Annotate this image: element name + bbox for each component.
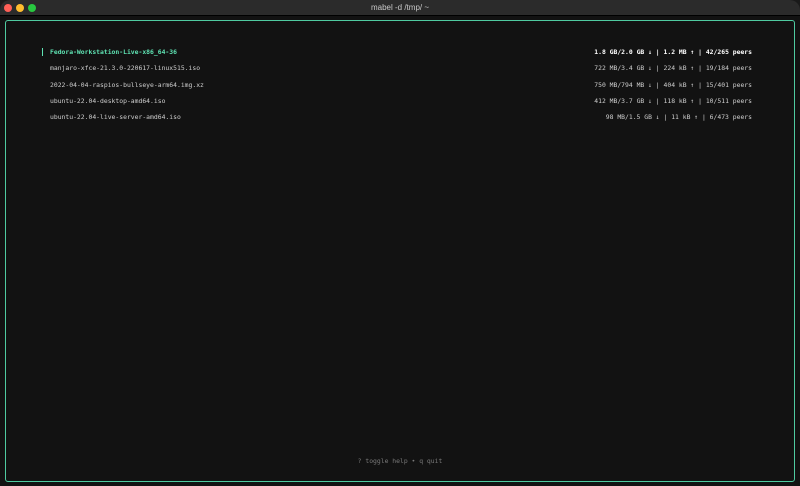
torrent-name: ubuntu-22.04-desktop-amd64.iso <box>50 96 166 105</box>
torrent-list: Fedora-Workstation-Live-x86_64-36 1.8 GB… <box>42 44 752 125</box>
torrent-stats: 1.8 GB/2.0 GB ↓ | 1.2 MB ↑ | 42/265 peer… <box>594 48 752 56</box>
torrent-stats: 412 MB/3.7 GB ↓ | 118 kB ↑ | 10/511 peer… <box>594 96 752 105</box>
torrent-row[interactable]: Fedora-Workstation-Live-x86_64-36 1.8 GB… <box>42 44 752 60</box>
torrent-name: 2022-04-04-raspios-bullseye-arm64.img.xz <box>50 80 204 89</box>
torrent-row[interactable]: manjaro-xfce-21.3.0-220617-linux515.iso … <box>42 60 752 76</box>
help-hint: ? toggle help • q quit <box>357 457 443 465</box>
torrent-row[interactable]: 2022-04-04-raspios-bullseye-arm64.img.xz… <box>42 77 752 93</box>
selection-cursor <box>42 48 43 56</box>
torrent-row[interactable]: ubuntu-22.04-live-server-amd64.iso 98 MB… <box>42 109 752 125</box>
torrent-stats: 98 MB/1.5 GB ↓ | 11 kB ↑ | 6/473 peers <box>605 113 752 121</box>
torrent-name: manjaro-xfce-21.3.0-220617-linux515.iso <box>50 64 201 73</box>
torrent-stats: 750 MB/794 MB ↓ | 404 kB ↑ | 15/401 peer… <box>594 80 752 89</box>
torrent-stats: 722 MB/3.4 GB ↓ | 224 kB ↑ | 19/184 peer… <box>594 64 752 73</box>
terminal-window: mabel -d /tmp/ ~ Fedora-Workstation-Live… <box>0 0 800 486</box>
window-title: mabel -d /tmp/ ~ <box>370 3 430 12</box>
title-bar[interactable]: mabel -d /tmp/ ~ <box>0 0 800 16</box>
torrent-name: Fedora-Workstation-Live-x86_64-36 <box>50 48 177 56</box>
torrent-row[interactable]: ubuntu-22.04-desktop-amd64.iso 412 MB/3.… <box>42 93 752 109</box>
torrent-name: ubuntu-22.04-live-server-amd64.iso <box>50 113 181 121</box>
